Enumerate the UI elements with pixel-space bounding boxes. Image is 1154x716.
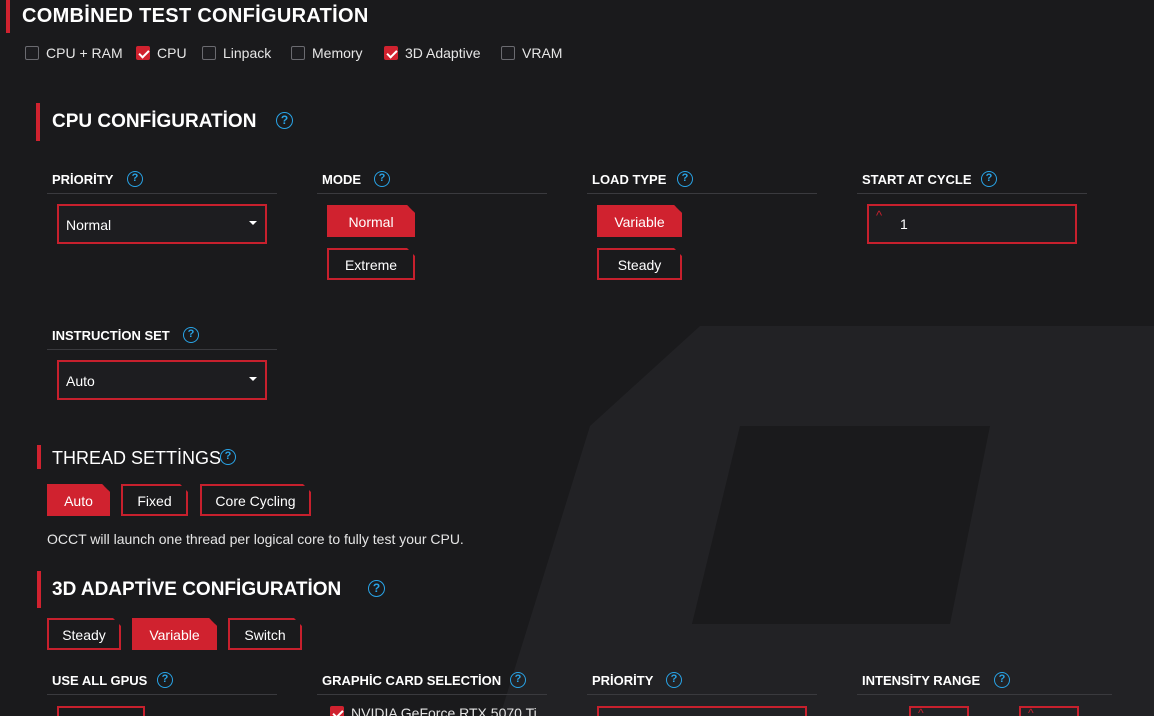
help-circle-icon[interactable]: ?: [127, 171, 143, 187]
mode-option-normal[interactable]: Normal: [327, 205, 415, 237]
chevron-up-icon[interactable]: ^: [876, 208, 882, 223]
use-all-gpus-toggle[interactable]: [57, 706, 145, 716]
checkbox-memory[interactable]: [291, 46, 305, 60]
chevron-down-icon: [249, 221, 257, 225]
checkbox-label-cpu: CPU: [157, 45, 187, 61]
priority-value: Normal: [66, 217, 112, 233]
adaptive-option-switch[interactable]: Switch: [228, 618, 302, 650]
help-circle-icon[interactable]: ?: [368, 580, 385, 597]
field-divider: [47, 694, 277, 695]
help-circle-icon[interactable]: ?: [677, 171, 693, 187]
checkbox-label-linpack: Linpack: [223, 45, 272, 61]
cpu-config-title: CPU CONFİGURATİON: [52, 111, 257, 132]
checkbox-label-vram: VRAM: [522, 45, 563, 61]
thread-option-core-cycling[interactable]: Core Cycling: [200, 484, 311, 516]
adaptive-priority-select[interactable]: [597, 706, 807, 716]
checkbox-gpu[interactable]: [330, 706, 344, 716]
adaptive-option-variable[interactable]: Variable: [132, 618, 217, 650]
mode-label: MODE: [322, 172, 361, 187]
section-accent-bar: [37, 571, 41, 608]
checkbox-3d-adaptive[interactable]: [384, 46, 398, 60]
start-cycle-label: START AT CYCLE: [862, 172, 972, 187]
priority-label: PRİORİTY: [52, 172, 114, 187]
gpu-name: NVIDIA GeForce RTX 5070 Ti: [351, 705, 537, 716]
settings-panel: COMBİNED TEST CONFİGURATİON CPU + RAM CP…: [0, 0, 1154, 716]
adaptive-config-title: 3D ADAPTİVE CONFİGURATİON: [52, 579, 342, 600]
chevron-up-icon[interactable]: ^: [1028, 706, 1034, 716]
field-divider: [587, 193, 817, 194]
checkbox-vram[interactable]: [501, 46, 515, 60]
field-divider: [47, 193, 277, 194]
help-circle-icon[interactable]: ?: [276, 112, 293, 129]
field-divider: [857, 694, 1112, 695]
help-circle-icon[interactable]: ?: [666, 672, 682, 688]
priority-select[interactable]: Normal: [57, 204, 267, 244]
help-circle-icon[interactable]: ?: [157, 672, 173, 688]
thread-settings-title: THREAD SETTİNGS: [52, 448, 222, 468]
chevron-down-icon: [249, 377, 257, 381]
thread-description: OCCT will launch one thread per logical …: [47, 531, 464, 547]
section-accent-bar: [36, 103, 40, 141]
checkbox-label-cpu-ram: CPU + RAM: [46, 45, 123, 61]
intensity-max-input[interactable]: ^: [1019, 706, 1079, 716]
help-circle-icon[interactable]: ?: [510, 672, 526, 688]
thread-option-fixed[interactable]: Fixed: [121, 484, 188, 516]
chevron-up-icon[interactable]: ^: [918, 706, 924, 716]
checkbox-cpu[interactable]: [136, 46, 150, 60]
help-circle-icon[interactable]: ?: [183, 327, 199, 343]
load-type-option-variable[interactable]: Variable: [597, 205, 682, 237]
instruction-set-select[interactable]: Auto: [57, 360, 267, 400]
field-divider: [47, 349, 277, 350]
thread-option-auto[interactable]: Auto: [47, 484, 110, 516]
help-circle-icon[interactable]: ?: [981, 171, 997, 187]
section-accent-bar: [6, 0, 10, 33]
intensity-range-label: INTENSİTY RANGE: [862, 673, 981, 688]
load-type-label: LOAD TYPE: [592, 172, 667, 187]
combined-title: COMBİNED TEST CONFİGURATİON: [22, 5, 369, 27]
checkbox-label-3d-adaptive: 3D Adaptive: [405, 45, 481, 61]
load-type-option-steady[interactable]: Steady: [597, 248, 682, 280]
help-circle-icon[interactable]: ?: [220, 449, 236, 465]
start-cycle-value: 1: [900, 216, 908, 232]
field-divider: [857, 193, 1087, 194]
intensity-min-input[interactable]: ^: [909, 706, 969, 716]
checkbox-linpack[interactable]: [202, 46, 216, 60]
start-cycle-input[interactable]: ^ 1: [867, 204, 1077, 244]
field-divider: [317, 193, 547, 194]
use-all-gpus-label: USE ALL GPUS: [52, 673, 148, 688]
checkbox-cpu-ram[interactable]: [25, 46, 39, 60]
instruction-set-value: Auto: [66, 373, 95, 389]
field-divider: [587, 694, 817, 695]
mode-option-extreme[interactable]: Extreme: [327, 248, 415, 280]
section-accent-bar: [37, 445, 41, 469]
adaptive-option-steady[interactable]: Steady: [47, 618, 121, 650]
field-divider: [317, 694, 547, 695]
instruction-set-label: INSTRUCTİON SET: [52, 328, 170, 343]
gpu-selection-label: GRAPHİC CARD SELECTİON: [322, 673, 502, 688]
help-circle-icon[interactable]: ?: [374, 171, 390, 187]
checkbox-label-memory: Memory: [312, 45, 363, 61]
help-circle-icon[interactable]: ?: [994, 672, 1010, 688]
adaptive-priority-label: PRİORİTY: [592, 673, 654, 688]
